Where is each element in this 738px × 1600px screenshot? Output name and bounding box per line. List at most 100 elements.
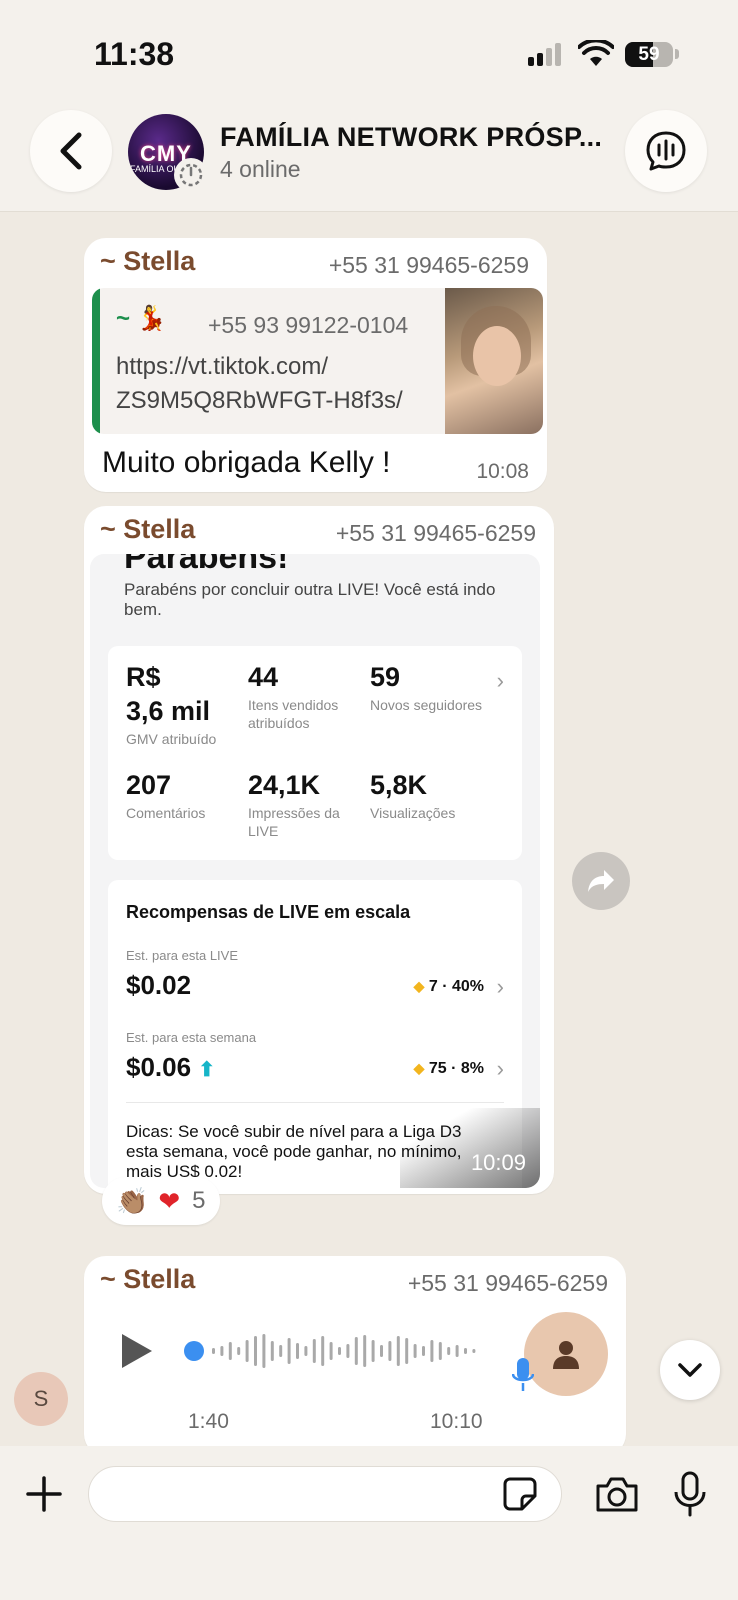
heart-reaction: ❤ <box>158 1185 181 1216</box>
group-name[interactable]: FAMÍLIA NETWORK PRÓSP... <box>220 122 602 153</box>
voice-waveform[interactable] <box>184 1330 484 1372</box>
waveform-bar <box>346 1344 350 1358</box>
sender-phone: +55 31 99465-6259 <box>407 1270 608 1296</box>
sender-name[interactable]: ~ Stella <box>100 514 195 545</box>
chevron-right-icon: › <box>496 974 504 999</box>
waveform-bar <box>354 1337 358 1365</box>
image-shade <box>400 1108 540 1188</box>
stat-gmv: R$ 3,6 mil GMV atribuído <box>126 660 244 748</box>
stat-value: 207 <box>126 770 172 800</box>
composer-bar <box>0 1446 738 1600</box>
waveform-bar <box>254 1336 257 1366</box>
quote-thumbnail <box>445 288 543 434</box>
chevron-right-icon: › <box>496 1056 504 1081</box>
voice-duration: 1:40 <box>188 1410 229 1433</box>
rewards-week-value-right: 75 · 8% <box>428 1060 484 1077</box>
rewards-live-label: Est. para esta LIVE <box>126 948 239 963</box>
person-icon <box>553 1341 579 1369</box>
sticker-icon[interactable] <box>502 1476 538 1512</box>
chat-header: CMY FAMÍLIA OUTLET FAMÍLIA NETWORK PRÓSP… <box>0 100 738 212</box>
waveform-bar <box>405 1338 409 1364</box>
message-time: 10:09 <box>470 1150 526 1175</box>
playback-position-dot <box>184 1341 204 1361</box>
waveform-bar <box>312 1339 316 1363</box>
waveform-bar <box>304 1346 308 1356</box>
reactions-pill[interactable]: 👏🏽 ❤ 5 <box>102 1177 220 1225</box>
rewards-week-progress: ◆ 75 · 8% <box>414 1060 484 1078</box>
diamond-icon: ◆ <box>413 1060 425 1076</box>
waveform-bar <box>279 1345 283 1357</box>
message-time: 10:10 <box>430 1410 483 1433</box>
rewards-week-amount: $0.06 ⬆ <box>126 1052 215 1083</box>
waveform-bar <box>464 1348 467 1354</box>
stat-items-sold: 44 Itens vendidos atribuídos <box>248 660 366 732</box>
waveform-bar <box>388 1341 392 1361</box>
waveform-bar <box>329 1342 333 1360</box>
play-button[interactable] <box>122 1334 152 1368</box>
image-title: Parabéns! <box>124 554 289 576</box>
rewards-week-value: $0.06 <box>126 1052 192 1082</box>
quote-accent-bar <box>92 288 100 434</box>
stat-label: Novos seguidores <box>370 697 483 713</box>
scroll-to-bottom-button[interactable] <box>660 1340 720 1400</box>
stat-label: GMV atribuído <box>126 731 217 747</box>
quote-author: ~ 💃 <box>116 305 167 332</box>
waveform-bar <box>220 1346 224 1356</box>
status-bar: 11:38 59 <box>0 0 738 100</box>
image-subtitle: Parabéns por concluir outra LIVE! Você e… <box>124 580 496 619</box>
chat-area[interactable]: ~ Stella +55 31 99465-6259 ~ 💃 +55 93 99… <box>0 212 738 1446</box>
sender-phone: +55 31 99465-6259 <box>335 520 536 546</box>
rewards-title: Recompensas de LIVE em escala <box>126 902 411 922</box>
plus-icon[interactable] <box>24 1474 64 1514</box>
battery-level: 59 <box>638 44 660 65</box>
waveform-bar <box>363 1335 367 1367</box>
stat-label: Comentários <box>126 805 206 821</box>
forward-button[interactable] <box>572 852 630 910</box>
sender-avatar[interactable]: S <box>14 1372 68 1426</box>
voice-chat-button[interactable] <box>625 110 707 192</box>
stat-value: 5,8K <box>370 770 428 800</box>
quote-link-text: https://vt.tiktok.com/ ZS9M5Q8RbWFGT-H8f… <box>116 353 403 414</box>
online-count: 4 online <box>220 156 301 182</box>
waveform-bar <box>422 1346 425 1356</box>
rewards-live-amount: $0.02 <box>126 970 192 1000</box>
microphone-icon[interactable] <box>672 1470 708 1518</box>
reaction-count: 5 <box>192 1187 206 1214</box>
waveform-bar <box>321 1336 325 1366</box>
stat-label: Visualizações <box>370 805 456 821</box>
waveform-bar <box>212 1348 215 1354</box>
message-bubble[interactable]: ~ Stella +55 31 99465-6259 ~ 💃 +55 93 99… <box>84 238 547 492</box>
camera-icon[interactable] <box>594 1474 640 1514</box>
chevron-right-icon: › <box>496 668 504 693</box>
quoted-message[interactable]: ~ 💃 +55 93 99122-0104 https://vt.tiktok.… <box>92 288 543 434</box>
timer-icon <box>179 163 203 187</box>
stat-views: 5,8K Visualizações <box>370 768 488 822</box>
waveform-bar <box>447 1347 451 1355</box>
quote-phone: +55 93 99122-0104 <box>208 312 409 338</box>
rewards-live-progress: ◆ 7 · 40% <box>414 978 484 996</box>
message-time: 10:08 <box>476 460 529 483</box>
waveform-bar <box>287 1338 291 1364</box>
stat-value: R$ 3,6 mil <box>126 662 211 726</box>
clap-reaction: 👏🏽 <box>116 1185 149 1216</box>
divider <box>126 1102 504 1103</box>
thumbnail-face <box>473 326 521 386</box>
clock: 11:38 <box>94 36 175 72</box>
shared-image[interactable]: Parabéns! Parabéns por concluir outra LI… <box>90 554 540 1188</box>
sender-name[interactable]: ~ Stella <box>100 1264 195 1295</box>
stat-label: Impressões da LIVE <box>248 805 340 839</box>
message-bubble[interactable]: ~ Stella +55 31 99465-6259 Parabéns! Par… <box>84 506 554 1194</box>
waveform-bar <box>472 1349 476 1353</box>
battery-tip <box>675 49 679 59</box>
back-button[interactable] <box>30 110 112 192</box>
waveform-bar <box>455 1345 459 1357</box>
sender-name[interactable]: ~ Stella <box>100 246 195 277</box>
message-input[interactable] <box>88 1466 562 1522</box>
voice-message-bubble[interactable]: ~ Stella +55 31 99465-6259 1:40 10:10 <box>84 1256 626 1446</box>
voice-chat-icon <box>646 131 686 171</box>
chevron-down-icon <box>678 1363 702 1377</box>
waveform-bar <box>237 1347 241 1355</box>
stat-value: 59 <box>370 662 401 692</box>
message-text: Muito obrigada Kelly ! <box>102 446 391 479</box>
rewards-live-value: 7 · 40% <box>428 978 484 995</box>
